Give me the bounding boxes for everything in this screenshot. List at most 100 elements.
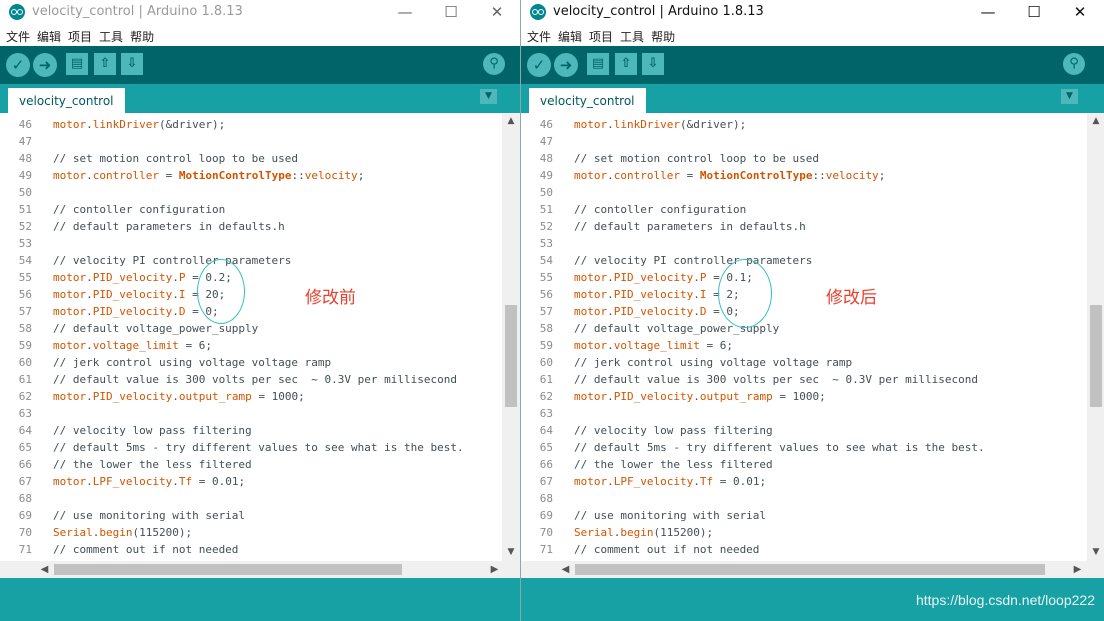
code-text: // default 5ms - try different values to… <box>53 441 464 454</box>
menu-tools[interactable]: 工具 <box>620 27 644 47</box>
toolbar: ✓ ➜ ▤ ⇧ ⇩ ⚲ <box>521 46 1104 84</box>
annotation-before: 修改前 <box>305 288 356 308</box>
checkmark-icon: ✓ <box>532 56 546 74</box>
code-text: // default value is 300 volts per sec ~ … <box>53 373 457 386</box>
menu-sketch[interactable]: 项目 <box>68 27 92 47</box>
line-number: 64 <box>18 424 32 437</box>
new-button[interactable]: ▤ <box>66 53 88 75</box>
code-editor[interactable]: 46 motor.linkDriver(&driver); 47 48 // set m… <box>521 113 1087 561</box>
line-number: 71 <box>18 543 32 556</box>
line-number: 59 <box>18 339 32 352</box>
menu-edit[interactable]: 编辑 <box>558 27 582 47</box>
scroll-left-arrow-icon[interactable]: ◀ <box>557 561 574 578</box>
scroll-up-arrow-icon[interactable]: ▲ <box>502 113 520 130</box>
line-number: 69 <box>18 509 32 522</box>
menu-file[interactable]: 文件 <box>527 27 551 47</box>
menu-file[interactable]: 文件 <box>6 27 30 47</box>
save-button[interactable]: ⇩ <box>121 53 143 75</box>
code-text: // velocity low pass filtering <box>53 424 252 437</box>
code-text: motor.voltage_limit = 6; <box>574 339 733 352</box>
serial-monitor-button[interactable]: ⚲ <box>483 53 505 75</box>
scroll-down-arrow-icon[interactable]: ▼ <box>1087 544 1104 561</box>
open-arrow-up-icon: ⇧ <box>620 56 632 71</box>
new-file-icon: ▤ <box>591 56 605 71</box>
line-number: 63 <box>539 407 553 420</box>
menu-bar: 文件 编辑 项目 工具 帮助 <box>0 26 520 46</box>
line-number: 59 <box>539 339 553 352</box>
scroll-thumb-horizontal[interactable] <box>54 564 402 575</box>
code-text: motor.PID_velocity.output_ramp = 1000; <box>53 390 305 403</box>
upload-button[interactable]: ➜ <box>554 53 578 77</box>
save-button[interactable]: ⇩ <box>642 53 664 75</box>
open-button[interactable]: ⇧ <box>615 53 637 75</box>
code-text: motor.linkDriver(&driver); <box>574 118 747 131</box>
line-number: 48 <box>18 152 32 165</box>
line-number: 54 <box>539 254 553 267</box>
scroll-up-arrow-icon[interactable]: ▲ <box>1087 113 1104 130</box>
scroll-right-arrow-icon[interactable]: ▶ <box>486 561 503 578</box>
code-text: // comment out if not needed <box>53 543 239 556</box>
scroll-left-arrow-icon[interactable]: ◀ <box>36 561 53 578</box>
verify-button[interactable]: ✓ <box>527 53 551 77</box>
close-button[interactable]: ✕ <box>1057 0 1103 26</box>
tab-velocity-control[interactable]: velocity_control <box>529 88 646 113</box>
maximize-button[interactable]: ☐ <box>428 0 474 26</box>
open-button[interactable]: ⇧ <box>94 53 116 75</box>
maximize-button[interactable]: ☐ <box>1011 0 1057 26</box>
code-text: // default parameters in defaults.h <box>53 220 285 233</box>
upload-button[interactable]: ➜ <box>33 53 57 77</box>
scroll-right-arrow-icon[interactable]: ▶ <box>1069 561 1086 578</box>
close-button[interactable]: ✕ <box>474 0 520 26</box>
scroll-down-arrow-icon[interactable]: ▼ <box>502 544 520 561</box>
code-text: motor.controller = MotionControlType::ve… <box>574 169 886 182</box>
line-number: 52 <box>18 220 32 233</box>
title-bar: velocity_control | Arduino 1.8.13 — ☐ ✕ <box>0 0 520 26</box>
code-editor[interactable]: 46 motor.linkDriver(&driver); 47 48 // set m… <box>0 113 502 561</box>
horizontal-scrollbar[interactable]: ◀ ▶ <box>0 561 520 578</box>
line-number: 55 <box>539 271 553 284</box>
menu-help[interactable]: 帮助 <box>130 27 154 47</box>
horizontal-scrollbar[interactable]: ◀ ▶ <box>521 561 1104 578</box>
menu-sketch[interactable]: 项目 <box>589 27 613 47</box>
line-number: 65 <box>539 441 553 454</box>
line-number: 60 <box>18 356 32 369</box>
line-number: 49 <box>539 169 553 182</box>
tab-velocity-control[interactable]: velocity_control <box>8 88 125 113</box>
code-text: Serial.begin(115200); <box>574 526 714 539</box>
save-arrow-down-icon: ⇩ <box>126 56 138 71</box>
vertical-scrollbar[interactable]: ▲ ▼ <box>1087 113 1104 561</box>
line-number: 47 <box>18 135 32 148</box>
annotation-after: 修改后 <box>826 288 877 308</box>
line-number: 62 <box>18 390 32 403</box>
menu-help[interactable]: 帮助 <box>651 27 675 47</box>
line-number: 71 <box>539 543 553 556</box>
line-number: 48 <box>539 152 553 165</box>
code-text: motor.linkDriver(&driver); <box>53 118 226 131</box>
scroll-thumb-horizontal[interactable] <box>575 564 1045 575</box>
verify-button[interactable]: ✓ <box>6 53 30 77</box>
tab-bar: velocity_control ▼ <box>0 84 520 113</box>
line-number: 55 <box>18 271 32 284</box>
code-text: // velocity low pass filtering <box>574 424 773 437</box>
minimize-button[interactable]: — <box>965 0 1011 26</box>
serial-monitor-button[interactable]: ⚲ <box>1063 53 1085 75</box>
arduino-logo-icon <box>9 4 25 20</box>
scroll-thumb[interactable] <box>505 305 517 407</box>
scroll-thumb[interactable] <box>1090 305 1102 407</box>
tab-menu-button[interactable]: ▼ <box>480 89 497 104</box>
code-text: // velocity PI controller parameters <box>53 254 292 267</box>
menu-edit[interactable]: 编辑 <box>37 27 61 47</box>
line-number: 49 <box>18 169 32 182</box>
line-number: 60 <box>539 356 553 369</box>
line-number: 61 <box>18 373 32 386</box>
line-number: 56 <box>18 288 32 301</box>
tab-menu-button[interactable]: ▼ <box>1061 89 1078 104</box>
code-text: motor.voltage_limit = 6; <box>53 339 212 352</box>
menu-tools[interactable]: 工具 <box>99 27 123 47</box>
new-button[interactable]: ▤ <box>587 53 609 75</box>
code-text: // comment out if not needed <box>574 543 760 556</box>
minimize-button[interactable]: — <box>382 0 428 26</box>
vertical-scrollbar[interactable]: ▲ ▼ <box>502 113 520 561</box>
code-text: // set motion control loop to be used <box>574 152 820 165</box>
arduino-window-before: velocity_control | Arduino 1.8.13 — ☐ ✕ … <box>0 0 520 621</box>
